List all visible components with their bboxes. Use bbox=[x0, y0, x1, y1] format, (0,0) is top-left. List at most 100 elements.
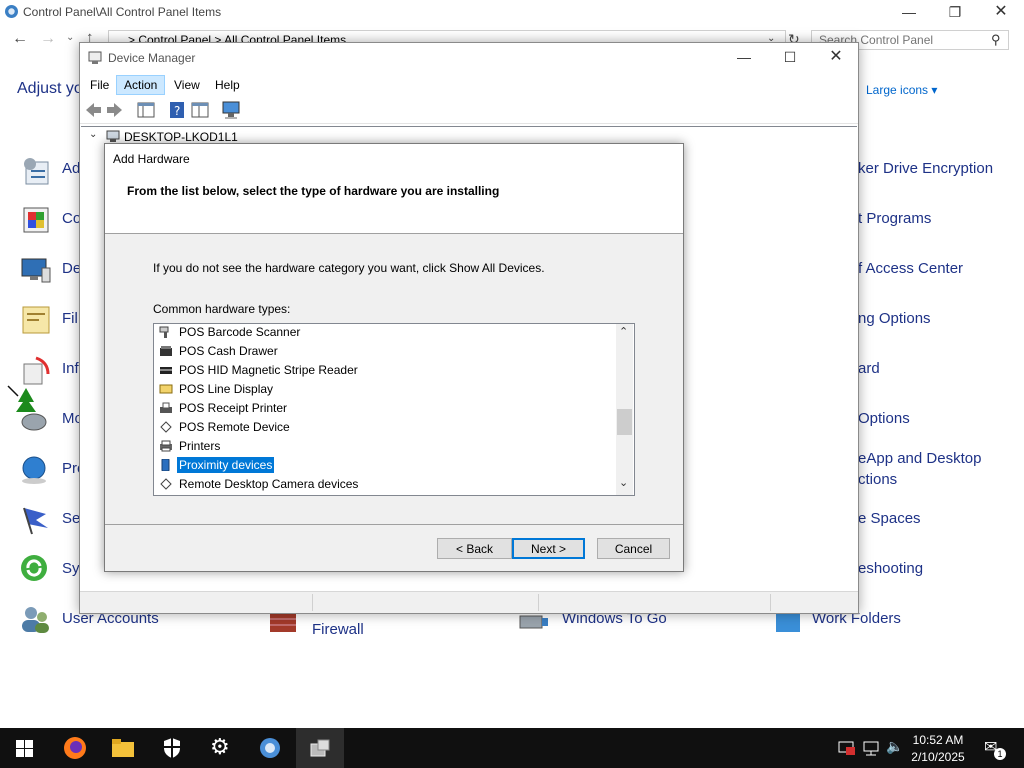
sync-center-icon bbox=[21, 555, 47, 581]
menu-help[interactable]: Help bbox=[208, 76, 247, 94]
scroll-up-icon[interactable]: ⌃ bbox=[619, 325, 628, 338]
properties-icon[interactable] bbox=[190, 100, 210, 120]
list-item[interactable]: Printers bbox=[159, 439, 222, 457]
list-item[interactable]: POS Barcode Scanner bbox=[159, 325, 302, 343]
device-manager-icon bbox=[88, 51, 102, 64]
back-arrow-icon[interactable]: ← bbox=[12, 30, 28, 48]
remote-device-icon bbox=[160, 421, 172, 433]
cp-item-remoteapp-line2[interactable]: ctions bbox=[858, 471, 897, 488]
cp-item-indexing[interactable]: ng Options bbox=[858, 310, 931, 327]
camera-icon bbox=[160, 478, 172, 490]
settings-taskbar-button[interactable]: ⚙ bbox=[198, 728, 246, 768]
list-item[interactable]: POS Line Display bbox=[159, 382, 275, 400]
scan-hardware-icon[interactable] bbox=[221, 100, 241, 120]
line-display-icon bbox=[159, 384, 173, 394]
network-icon[interactable] bbox=[862, 740, 880, 756]
device-manager-icon bbox=[310, 739, 330, 757]
menu-file[interactable]: File bbox=[83, 76, 116, 94]
clock-date[interactable]: 2/10/2025 bbox=[906, 750, 970, 764]
page-heading: Adjust yo bbox=[17, 80, 79, 97]
forward-icon[interactable] bbox=[105, 100, 125, 120]
minimize-button[interactable]: — bbox=[886, 2, 932, 22]
close-button[interactable]: ✕ bbox=[978, 2, 1024, 22]
tree-root-label[interactable]: DESKTOP-LKOD1L1 bbox=[124, 130, 238, 144]
cp-item-firewall[interactable]: Firewall bbox=[312, 621, 364, 638]
start-button[interactable] bbox=[0, 728, 48, 768]
recent-locations-icon[interactable]: ⌄ bbox=[66, 32, 74, 43]
volume-icon[interactable]: 🔈 bbox=[886, 738, 903, 755]
cp-item-bitlocker[interactable]: ker Drive Encryption bbox=[858, 160, 993, 177]
devices-and-printers-icon bbox=[21, 258, 51, 283]
search-icon: ⚲ bbox=[991, 32, 1001, 47]
cp-item-indexing-options[interactable]: Inf bbox=[62, 360, 79, 377]
scroll-thumb[interactable] bbox=[617, 409, 632, 435]
network-warning-icon[interactable] bbox=[838, 740, 856, 756]
cp-item-storage-spaces[interactable]: e Spaces bbox=[858, 510, 921, 527]
control-panel-taskbar-button[interactable] bbox=[246, 728, 294, 768]
clock-time[interactable]: 10:52 AM bbox=[906, 733, 970, 747]
taskbar: ⚙ 🔈 ✉ 1 bbox=[0, 728, 1024, 768]
menu-action[interactable]: Action bbox=[116, 75, 166, 95]
security-flag-icon bbox=[23, 507, 48, 535]
cp-item-administrative-tools[interactable]: Ad bbox=[62, 160, 80, 177]
cancel-button[interactable]: Cancel bbox=[597, 538, 670, 559]
cp-item-power-options[interactable]: Options bbox=[858, 410, 910, 427]
device-manager-taskbar-button[interactable] bbox=[296, 728, 344, 768]
menu-view[interactable]: View bbox=[167, 76, 207, 94]
barcode-scanner-icon bbox=[159, 326, 169, 338]
button-separator bbox=[105, 524, 683, 525]
list-item[interactable]: POS Cash Drawer bbox=[159, 344, 280, 362]
cash-drawer-icon bbox=[160, 346, 172, 356]
show-hide-console-tree-icon[interactable] bbox=[136, 100, 156, 120]
cp-item-sync-center[interactable]: Sy bbox=[62, 560, 80, 577]
device-manager-title: Device Manager bbox=[108, 51, 196, 65]
user-accounts-icon bbox=[22, 607, 49, 633]
cp-item-keyboard[interactable]: ard bbox=[858, 360, 880, 377]
control-panel-title: Control Panel\All Control Panel Items bbox=[23, 5, 222, 19]
forward-arrow-icon[interactable]: → bbox=[40, 30, 56, 48]
cp-item-troubleshooting[interactable]: eshooting bbox=[858, 560, 923, 577]
list-item[interactable]: Remote Desktop Camera devices bbox=[159, 477, 360, 495]
programs-icon bbox=[22, 456, 46, 484]
help-icon[interactable]: ? bbox=[167, 100, 187, 120]
status-bar bbox=[80, 591, 858, 613]
scroll-down-icon[interactable]: ⌄ bbox=[619, 476, 628, 489]
cp-item-file-explorer-options[interactable]: Fil bbox=[62, 310, 78, 327]
cp-item-default-programs[interactable]: t Programs bbox=[858, 210, 931, 227]
cp-item-ease-of-access[interactable]: f Access Center bbox=[858, 260, 963, 277]
hardware-type-list[interactable]: POS Barcode Scanner POS Cash Drawer POS … bbox=[153, 323, 635, 496]
list-scrollbar[interactable]: ⌃ ⌄ bbox=[616, 324, 633, 495]
view-by-dropdown[interactable]: Large icons ▾ bbox=[866, 83, 937, 97]
dialog-title: Add Hardware bbox=[113, 152, 190, 166]
list-label: Common hardware types: bbox=[153, 302, 291, 316]
security-taskbar-button[interactable] bbox=[148, 728, 196, 768]
cp-item-security[interactable]: Se bbox=[62, 510, 80, 527]
firefox-taskbar-button[interactable] bbox=[50, 728, 98, 768]
list-item[interactable]: POS Remote Device bbox=[159, 420, 292, 438]
file-explorer-icon bbox=[112, 739, 134, 757]
printer-icon bbox=[160, 440, 172, 452]
control-panel-icon bbox=[260, 738, 280, 758]
cp-item-remoteapp[interactable]: eApp and Desktop bbox=[858, 450, 981, 467]
dm-minimize-button[interactable]: — bbox=[721, 47, 767, 67]
collapse-chevron-icon[interactable]: ⌄ bbox=[89, 129, 97, 140]
start-icon bbox=[16, 740, 33, 757]
menu-bar: File Action View Help bbox=[80, 74, 858, 96]
receipt-printer-icon bbox=[160, 402, 172, 413]
list-item[interactable]: POS HID Magnetic Stripe Reader bbox=[159, 363, 360, 381]
status-divider bbox=[770, 594, 771, 611]
back-button[interactable]: < Back bbox=[437, 538, 512, 559]
dm-close-button[interactable]: ✕ bbox=[813, 47, 859, 67]
notification-count-badge: 1 bbox=[994, 748, 1006, 760]
list-item[interactable]: POS Receipt Printer bbox=[159, 401, 289, 419]
next-button[interactable]: Next > bbox=[512, 538, 585, 559]
maximize-button[interactable]: ❐ bbox=[932, 2, 978, 22]
settings-icon: ⚙ bbox=[210, 734, 230, 759]
back-icon[interactable] bbox=[83, 100, 103, 120]
file-explorer-options-icon bbox=[22, 306, 50, 334]
computer-icon bbox=[106, 130, 120, 142]
file-explorer-taskbar-button[interactable] bbox=[98, 728, 146, 768]
list-item-selected[interactable]: Proximity devices bbox=[159, 457, 275, 476]
dm-maximize-button[interactable]: ☐ bbox=[767, 47, 813, 67]
indexing-options-icon bbox=[23, 356, 50, 385]
